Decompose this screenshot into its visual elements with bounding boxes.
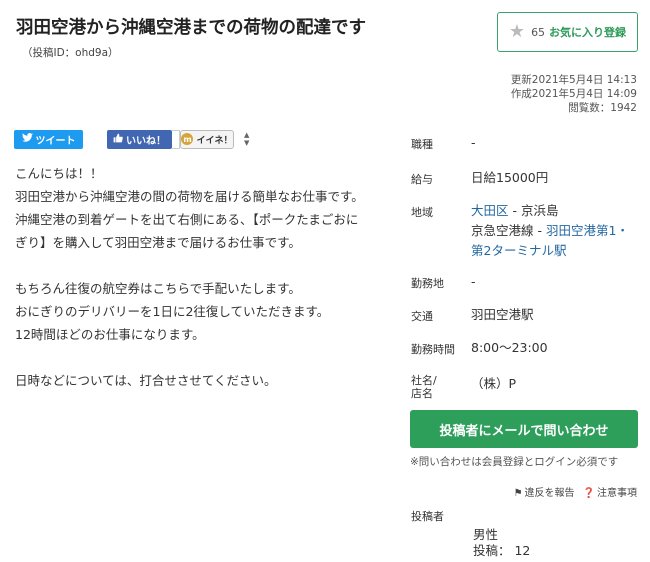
flag-icon: ⚑ — [513, 488, 523, 499]
occupation-value: - — [471, 135, 476, 150]
company-label-line2: 店名 — [411, 387, 433, 400]
social-buttons: ツイート いいね！ m イイネ！ ▲ ▼ — [14, 129, 249, 149]
description-line — [15, 346, 364, 369]
company-value: （株）P — [471, 376, 517, 391]
hours-value: 8:00～23:00 — [471, 340, 548, 355]
post-meta: 更新2021年5月4日 14:13 作成2021年5月4日 14:09 閲覧数：… — [511, 73, 637, 115]
detail-row-transport: 交通 羽田空港駅 — [411, 307, 641, 325]
notes-link[interactable]: ❓ 注意事項 — [583, 484, 637, 499]
scroll-arrows[interactable]: ▲ ▼ — [244, 131, 249, 147]
detail-row-company: 社名/ 店名 （株）P — [411, 374, 641, 400]
description-line: もちろん往復の航空券はこちらで手配いたします。 — [15, 281, 301, 296]
page-title: 羽田空港から沖縄空港までの荷物の配達です — [16, 18, 366, 38]
description-line: 沖縄空港の到着ゲートを出て右側にある、【ポークたまごおに — [15, 212, 359, 227]
description-line: 12時間ほどのお仕事になります。 — [15, 327, 205, 342]
description-line: おにぎりのデリバリーを1日に2往復していただきます。 — [15, 304, 330, 319]
job-description: こんにちは！！ 羽田空港から沖縄空港の間の荷物を届ける簡単なお仕事です。 沖縄空… — [15, 162, 364, 392]
updated-date: 更新2021年5月4日 14:13 — [510, 74, 637, 86]
star-icon: ★ — [508, 21, 526, 42]
area-link[interactable]: 大田区 — [471, 203, 509, 218]
report-links: ⚑ 違反を報告 ❓ 注意事項 — [514, 484, 637, 499]
arrow-down-icon[interactable]: ▼ — [244, 139, 249, 147]
detail-row-occupation: 職種 - — [411, 135, 641, 153]
salary-value: 日給15000円 — [471, 170, 549, 185]
question-icon: ❓ — [582, 488, 595, 499]
poster-label: 投稿者 — [411, 510, 444, 523]
mixi-check-button[interactable]: m イイネ！ — [180, 129, 234, 149]
detail-row-workplace: 勤務地 - — [411, 274, 641, 292]
description-line: 日時などについては、打合せさせてください。 — [15, 373, 277, 388]
iine-label: イイネ！ — [196, 135, 233, 146]
detail-row-hours: 勤務時間 8:00～23:00 — [411, 340, 641, 358]
station-link[interactable]: 羽田空港第1・ — [546, 223, 629, 238]
detail-row-area: 地域 大田区 - 京浜島 京急空港線 - 羽田空港第1・ 第2ターミナル駅 — [411, 201, 641, 261]
report-label: 違反を報告 — [524, 488, 575, 499]
favorite-count: 65 — [531, 25, 546, 39]
salary-label: 給与 — [411, 173, 433, 186]
area-value: 大田区 - 京浜島 京急空港線 - 羽田空港第1・ 第2ターミナル駅 — [471, 201, 629, 261]
station-link-cont[interactable]: 第2ターミナル駅 — [471, 243, 566, 258]
workplace-label: 勤務地 — [411, 277, 444, 290]
description-line — [15, 254, 364, 277]
favorite-label: お気に入り登録 — [549, 26, 627, 39]
train-line: 京急空港線 - — [471, 223, 546, 238]
arrow-up-icon[interactable]: ▲ — [244, 131, 249, 139]
thumbs-up-icon — [113, 133, 123, 146]
like-count-box — [172, 129, 180, 149]
report-violation-link[interactable]: ⚑ 違反を報告 — [514, 484, 575, 499]
created-date: 作成2021年5月4日 14:09 — [510, 88, 637, 100]
transport-label: 交通 — [411, 310, 433, 323]
transport-value: 羽田空港駅 — [471, 307, 534, 322]
area-subarea: - 京浜島 — [508, 203, 559, 218]
post-id: （投稿ID：ohd9a） — [22, 47, 119, 59]
company-label: 社名/ 店名 — [411, 374, 471, 400]
company-label-line1: 社名/ — [411, 374, 437, 387]
workplace-value: - — [471, 274, 476, 289]
occupation-label: 職種 — [411, 138, 433, 151]
favorite-button[interactable]: ★ 65 お気に入り登録 — [497, 12, 638, 52]
area-label: 地域 — [411, 206, 433, 219]
hours-label: 勤務時間 — [411, 343, 455, 356]
tweet-label: ツイート — [35, 135, 76, 147]
facebook-like-button[interactable]: いいね！ — [107, 129, 172, 149]
mixi-logo-icon: m — [181, 133, 194, 145]
description-line: こんにちは！！ — [15, 166, 103, 181]
description-line: 羽田空港から沖縄空港の間の荷物を届ける簡単なお仕事です。 — [15, 189, 364, 204]
contact-note: ※問い合わせは会員登録とログイン必須です — [410, 456, 619, 468]
poster-post-count: 投稿： 12 — [473, 543, 531, 558]
view-count: 閲覧数：1942 — [568, 102, 637, 114]
twitter-bird-icon — [21, 133, 33, 145]
notes-label: 注意事項 — [597, 488, 637, 499]
tweet-button[interactable]: ツイート — [14, 129, 83, 149]
detail-row-salary: 給与 日給15000円 — [411, 170, 641, 188]
contact-poster-button[interactable]: 投稿者にメールで問い合わせ — [410, 410, 638, 448]
like-label: いいね！ — [126, 135, 166, 147]
description-line: ぎり】を購入して羽田空港まで届けるお仕事です。 — [15, 235, 301, 250]
